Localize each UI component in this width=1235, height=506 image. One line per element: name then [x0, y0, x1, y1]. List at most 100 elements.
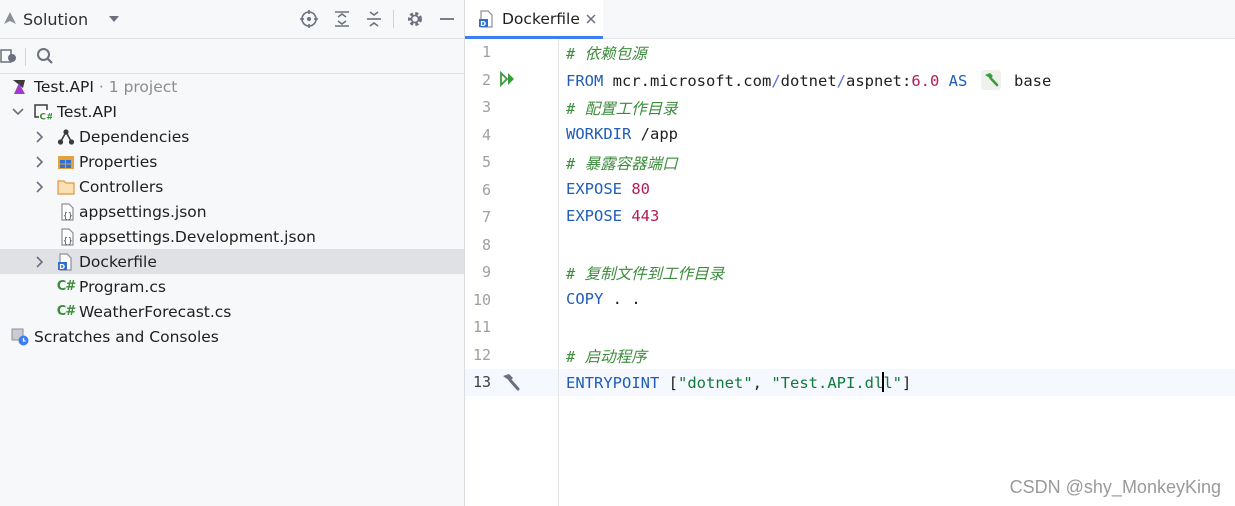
code-line-3[interactable]: # 配置工作目录	[566, 97, 678, 119]
collapse-all-icon[interactable]	[364, 9, 384, 29]
tree-item-label: WeatherForecast.cs	[79, 302, 232, 321]
line-number: 11	[472, 318, 491, 336]
svg-text:C#: C#	[40, 112, 53, 121]
keyword: FROM	[566, 72, 604, 90]
code-line-7[interactable]: EXPOSE 443	[566, 207, 659, 225]
tree-item-scratches[interactable]: Scratches and Consoles	[0, 324, 464, 349]
chevron-down-icon[interactable]	[11, 105, 25, 119]
line-number: 6	[481, 181, 491, 199]
tree-item-label: appsettings.Development.json	[79, 227, 316, 246]
tree-item-label: Test.API	[34, 77, 94, 96]
build-stage-icon[interactable]	[980, 70, 1001, 90]
watermark: CSDN @shy_MonkeyKing	[1009, 477, 1221, 497]
csharp-project-icon: C#	[34, 103, 52, 121]
line-number: 9	[481, 263, 491, 281]
line-number: 10	[472, 291, 491, 309]
chevron-down-icon[interactable]	[108, 15, 120, 23]
line-number: 13	[472, 373, 491, 391]
svg-text:{}: {}	[63, 236, 73, 245]
code-string: l"	[883, 374, 902, 392]
svg-text:D: D	[480, 20, 486, 28]
code-line-10[interactable]: COPY . .	[566, 290, 641, 308]
solution-view-icon	[2, 11, 18, 27]
code-token: /app	[631, 125, 678, 143]
close-icon[interactable]	[584, 11, 598, 25]
code-line-12[interactable]: # 启动程序	[566, 345, 647, 367]
run-icon[interactable]	[500, 71, 516, 87]
code-token: /	[836, 72, 846, 90]
editor-tab-bar: D Dockerfile	[465, 0, 1235, 39]
tree-item-appsettings[interactable]: {} appsettings.json	[0, 199, 464, 224]
svg-text:D: D	[59, 263, 65, 271]
code-token: mcr.microsoft.com	[603, 72, 772, 90]
tree-item-dependencies[interactable]: Dependencies	[0, 124, 464, 149]
tab-label: Dockerfile	[502, 10, 580, 28]
tree-item-label: Dockerfile	[79, 252, 157, 271]
tree-item-appsettings-development[interactable]: {} appsettings.Development.json	[0, 224, 464, 249]
solution-panel: Solution Test.API · 1 project C Test.API…	[0, 0, 465, 506]
dockerfile-icon: D	[478, 10, 496, 28]
solution-toolbar	[0, 39, 464, 74]
line-number: 8	[481, 236, 491, 254]
tree-item-label: Program.cs	[79, 277, 166, 296]
keyword: ENTRYPOINT	[566, 374, 660, 392]
toolbar-divider	[25, 48, 26, 66]
scratches-icon	[11, 328, 29, 346]
tree-item-label: Controllers	[79, 177, 164, 196]
keyword: COPY	[566, 290, 604, 308]
code-string: "Test.API.dl	[771, 374, 884, 392]
code-token: aspnet	[846, 72, 902, 90]
editor-panel: D Dockerfile 1 2 3 4 5 6 7 8 9 10 11 12 …	[465, 0, 1235, 506]
line-number: 1	[481, 43, 491, 61]
gutter-divider	[558, 39, 559, 506]
code-line-1[interactable]: # 依赖包源	[566, 42, 647, 64]
show-files-icon[interactable]	[0, 47, 18, 69]
chevron-right-icon[interactable]	[33, 130, 47, 144]
code-number: 443	[622, 207, 660, 225]
gear-icon[interactable]	[405, 9, 425, 29]
code-line-6[interactable]: EXPOSE 80	[566, 180, 650, 198]
code-token: ,	[752, 374, 772, 392]
properties-icon	[57, 153, 75, 171]
solution-panel-header: Solution	[0, 0, 464, 39]
code-line-2[interactable]: FROM mcr.microsoft.com/dotnet/aspnet:6.0…	[566, 70, 1051, 90]
search-icon[interactable]	[36, 47, 54, 69]
dockerfile-icon: D	[57, 252, 75, 271]
code-token: dotnet	[780, 72, 837, 90]
locate-icon[interactable]	[299, 9, 319, 29]
keyword: AS	[939, 72, 968, 90]
tab-dockerfile[interactable]: D Dockerfile	[465, 0, 603, 39]
tree-item-program[interactable]: C# Program.cs	[0, 274, 464, 299]
tree-item-label: Properties	[79, 152, 158, 171]
code-token: . .	[603, 290, 641, 308]
hammer-icon[interactable]	[499, 372, 521, 392]
code-line-5[interactable]: # 暴露容器端口	[566, 152, 678, 174]
expand-all-icon[interactable]	[332, 9, 352, 29]
code-token: :	[902, 72, 912, 90]
code-line-4[interactable]: WORKDIR /app	[566, 125, 678, 143]
tree-item-weatherforecast[interactable]: C# WeatherForecast.cs	[0, 299, 464, 324]
minimize-icon[interactable]	[437, 9, 457, 29]
chevron-right-icon[interactable]	[33, 155, 47, 169]
code-token: [	[659, 374, 678, 392]
keyword: WORKDIR	[566, 125, 632, 143]
code-token: base	[1004, 72, 1052, 90]
code-token: ]	[901, 374, 912, 392]
tree-item-project[interactable]: C# Test.API	[0, 99, 464, 124]
tree-item-controllers[interactable]: Controllers	[0, 174, 464, 199]
code-line-9[interactable]: # 复制文件到工作目录	[566, 262, 724, 284]
chevron-right-icon[interactable]	[33, 180, 47, 194]
tree-item-properties[interactable]: Properties	[0, 149, 464, 174]
line-number: 3	[481, 98, 491, 116]
json-file-icon: {}	[59, 202, 77, 221]
solution-dropdown[interactable]: Solution	[23, 10, 88, 29]
tree-item-solution[interactable]: Test.API · 1 project	[0, 74, 464, 99]
tree-item-dockerfile[interactable]: D Dockerfile	[0, 249, 464, 274]
line-number: 7	[481, 208, 491, 226]
code-line-13[interactable]: ENTRYPOINT ["dotnet", "Test.API.dll"]	[566, 372, 911, 392]
csharp-file-icon: C#	[56, 304, 76, 319]
folder-icon	[57, 178, 75, 196]
chevron-right-icon[interactable]	[33, 255, 47, 269]
line-number: 2	[481, 71, 491, 89]
keyword: EXPOSE	[566, 207, 622, 225]
